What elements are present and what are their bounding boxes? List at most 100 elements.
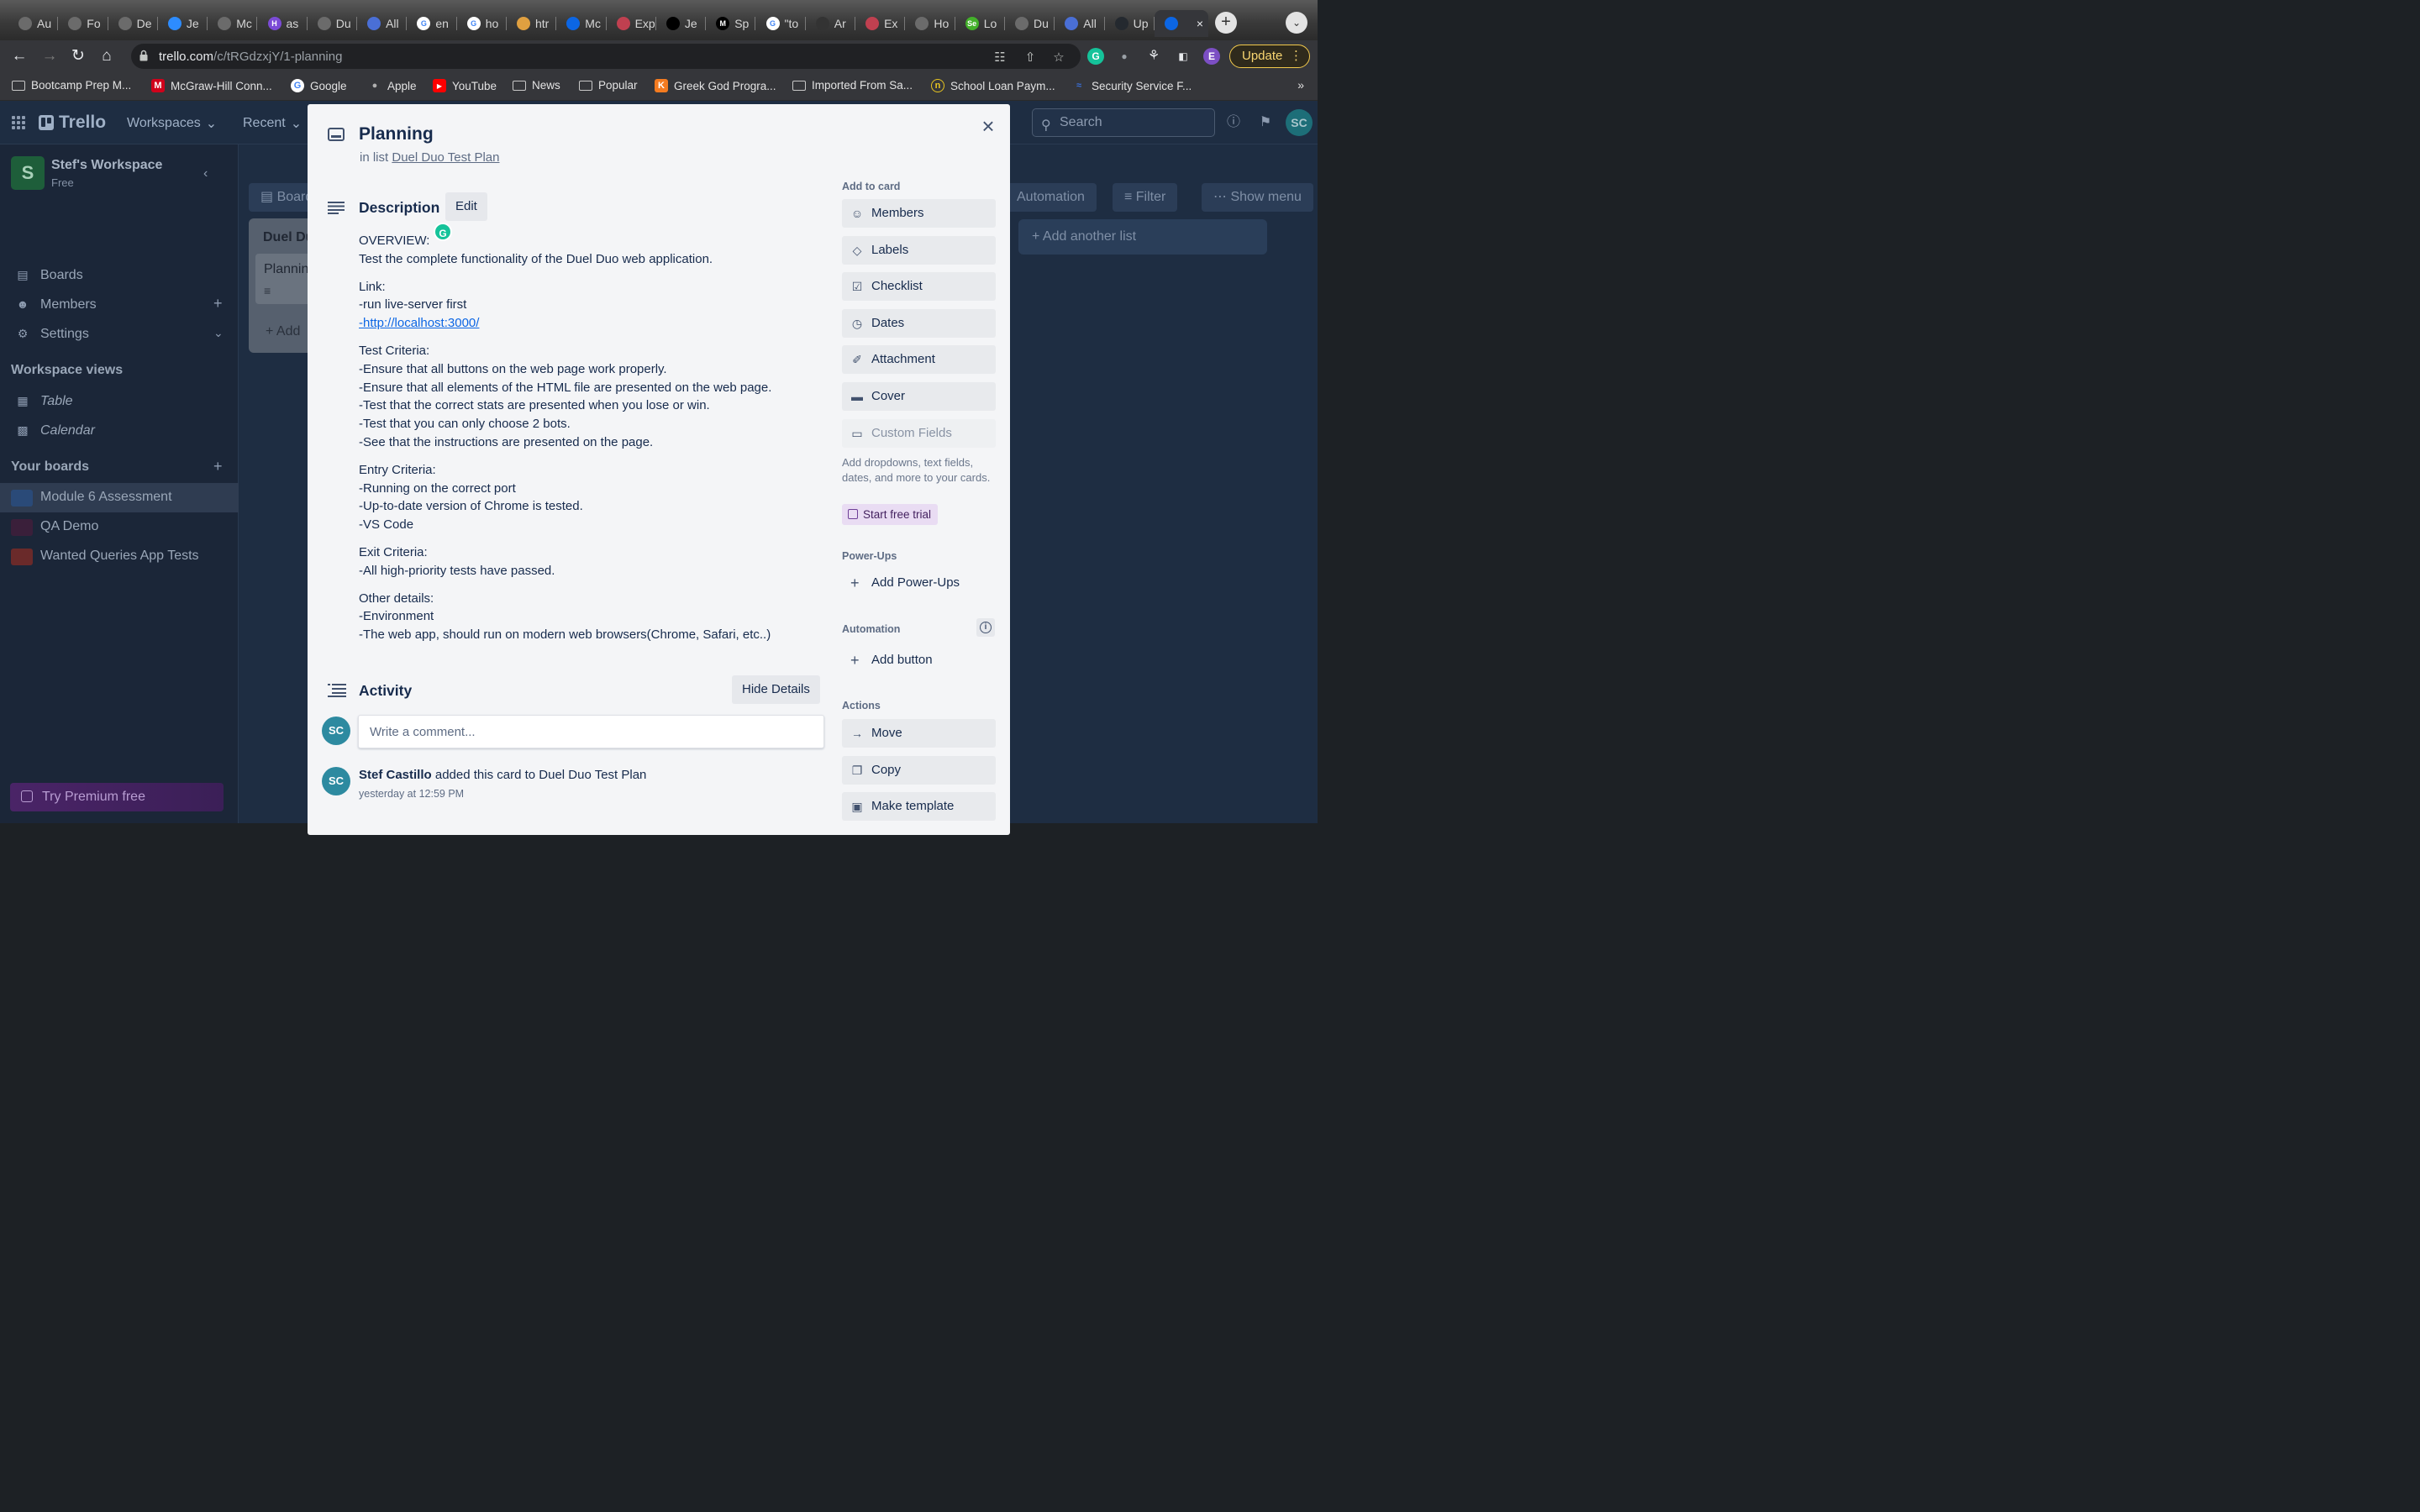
comment-input[interactable]: Write a comment... — [358, 715, 824, 748]
browser-tab[interactable]: Je — [158, 10, 208, 37]
labels-button[interactable]: ◇ Labels — [842, 235, 996, 265]
automation-button[interactable]: Automation — [1005, 183, 1097, 212]
card-title[interactable]: Planning — [359, 124, 434, 144]
bookmark-item[interactable]: Imported From Sa... — [792, 79, 913, 92]
start-free-trial-button[interactable]: Start free trial — [842, 504, 939, 525]
avatar[interactable]: SC — [322, 717, 350, 745]
sidebar-board-item[interactable]: Wanted Queries App Tests — [0, 542, 239, 571]
browser-tab[interactable]: De — [108, 10, 158, 37]
bookmark-item[interactable]: Popular — [579, 79, 638, 92]
browser-tab[interactable]: Ar — [806, 10, 856, 37]
activity-timestamp[interactable]: yesterday at 12:59 PM — [359, 788, 464, 800]
browser-tab[interactable]: All — [357, 10, 408, 37]
sidepanel-icon[interactable]: ◧ — [1175, 48, 1192, 65]
extension-icon[interactable]: ● — [1116, 48, 1133, 65]
move-button[interactable]: → Move — [842, 719, 996, 748]
reload-icon[interactable]: ↻ — [67, 45, 89, 67]
app-switcher-icon[interactable] — [12, 116, 25, 129]
bookmark-item[interactable]: K Greek God Progra... — [655, 79, 776, 92]
bookmarks-overflow-icon[interactable]: » — [1297, 78, 1304, 92]
edit-description-button[interactable]: Edit — [445, 192, 487, 221]
browser-tab[interactable]: Gho — [457, 10, 507, 37]
address-bar[interactable]: trello.com/c/tRGdzxjY/1-planning ☷ ⇧ ☆ — [131, 44, 1081, 69]
list-title[interactable]: Duel Du — [263, 230, 313, 245]
forward-icon[interactable]: → — [39, 45, 60, 67]
add-power-ups-button[interactable]: + Add Power-Ups — [842, 569, 996, 597]
bookmark-item[interactable]: Bootcamp Prep M... — [12, 79, 131, 92]
user-avatar[interactable]: SC — [1286, 109, 1313, 136]
home-icon[interactable]: ⌂ — [96, 45, 118, 67]
collapse-sidebar-icon[interactable]: ‹ — [203, 166, 208, 181]
puzzle-icon[interactable]: ⚘ — [1145, 48, 1162, 65]
browser-tab[interactable]: Exp — [607, 10, 656, 37]
checklist-button[interactable]: ☑ Checklist — [842, 272, 996, 302]
trello-logo[interactable]: Trello — [39, 113, 106, 133]
copy-button[interactable]: ❐ Copy — [842, 755, 996, 785]
automation-info-icon[interactable]: i — [976, 618, 995, 637]
browser-tab[interactable]: Ex — [855, 10, 906, 37]
show-menu-button[interactable]: ⋯ Show menu — [1202, 183, 1313, 212]
hide-details-button[interactable]: Hide Details — [732, 675, 820, 704]
filter-button[interactable]: ≡ Filter — [1113, 183, 1178, 212]
activity-user[interactable]: Stef Castillo — [359, 768, 432, 782]
add-card-button[interactable]: + Add — [266, 324, 300, 339]
browser-tab[interactable]: Fo — [58, 10, 108, 37]
browser-tab[interactable]: Mc — [556, 10, 607, 37]
add-another-list-button[interactable]: + Add another list — [1018, 219, 1267, 255]
browser-tab[interactable]: Has — [258, 10, 308, 37]
make-template-button[interactable]: ▣ Make template — [842, 792, 996, 822]
browser-tab[interactable]: Du — [1005, 10, 1055, 37]
list-link[interactable]: Duel Duo Test Plan — [392, 150, 499, 165]
browser-tab[interactable]: Du — [308, 10, 358, 37]
sidebar-board-item[interactable]: QA Demo — [0, 512, 239, 542]
browser-tab[interactable]: All — [1055, 10, 1105, 37]
browser-tab[interactable]: Je — [656, 10, 707, 37]
new-tab-icon[interactable]: + — [1215, 12, 1237, 34]
custom-fields-button[interactable]: ▭ Custom Fields — [842, 418, 996, 448]
share-icon[interactable]: ⇧ — [1022, 50, 1039, 65]
browser-tab[interactable]: G "to — [756, 10, 806, 37]
add-member-icon[interactable]: + — [213, 295, 223, 312]
description-body[interactable]: OVERVIEW: Test the complete functionalit… — [359, 232, 813, 654]
browser-tab[interactable]: Se Lo — [955, 10, 1005, 37]
localhost-link[interactable]: -http://localhost:3000/ — [359, 316, 479, 330]
search-input[interactable]: ⚲ Search — [1032, 108, 1215, 137]
cover-button[interactable]: ▬ Cover — [842, 382, 996, 411]
try-premium-button[interactable]: Try Premium free — [10, 783, 224, 811]
browser-tab[interactable]: Au — [8, 10, 59, 37]
info-icon[interactable]: ⓘ — [1223, 113, 1244, 133]
recent-menu[interactable]: Recent ⌄ — [243, 115, 302, 132]
back-icon[interactable]: ← — [8, 45, 30, 67]
close-tab-icon[interactable]: × — [1197, 17, 1203, 30]
bookmark-item[interactable]: G Google — [291, 79, 347, 92]
bookmark-item[interactable]: M McGraw-Hill Conn... — [151, 79, 272, 92]
bookmark-item[interactable]: ● Apple — [368, 79, 417, 92]
workspaces-menu[interactable]: Workspaces ⌄ — [127, 115, 217, 132]
browser-tab[interactable]: × — [1154, 10, 1208, 37]
browser-tab[interactable]: M Sp — [706, 10, 756, 37]
notification-bell-icon[interactable]: ⚑ — [1255, 113, 1276, 133]
sidebar-item-settings[interactable]: ⚙ Settings ⌄ — [0, 319, 239, 349]
browser-tab[interactable]: Mc — [208, 10, 258, 37]
add-board-icon[interactable]: + — [208, 453, 234, 482]
translate-icon[interactable]: ☷ — [992, 50, 1008, 65]
bookmark-item[interactable]: n School Loan Paym... — [931, 79, 1055, 92]
add-button-button[interactable]: + Add button — [842, 646, 996, 675]
close-icon[interactable]: × — [978, 115, 998, 137]
grammarly-extension-icon[interactable]: G — [1087, 48, 1104, 65]
sidebar-item-calendar[interactable]: ▩ Calendar — [0, 416, 239, 445]
browser-tab[interactable]: htr — [507, 10, 557, 37]
sidebar-item-boards[interactable]: ▤ Boards — [0, 260, 239, 290]
browser-tab[interactable]: Ho — [905, 10, 955, 37]
dates-button[interactable]: ◷ Dates — [842, 308, 996, 338]
sidebar-item-table[interactable]: ▦ Table — [0, 386, 239, 416]
bookmark-item[interactable]: ▶ YouTube — [433, 79, 497, 92]
sidebar-item-members[interactable]: ☻ Members + — [0, 290, 239, 319]
browser-tab[interactable]: Gen — [407, 10, 457, 37]
attachment-button[interactable]: ✐ Attachment — [842, 345, 996, 375]
update-button[interactable]: Update ⋮ — [1229, 45, 1310, 68]
profile-avatar[interactable]: E — [1203, 48, 1220, 65]
members-button[interactable]: ☺ Members — [842, 199, 996, 228]
bookmark-star-icon[interactable]: ☆ — [1050, 50, 1067, 65]
avatar[interactable]: SC — [322, 767, 350, 795]
